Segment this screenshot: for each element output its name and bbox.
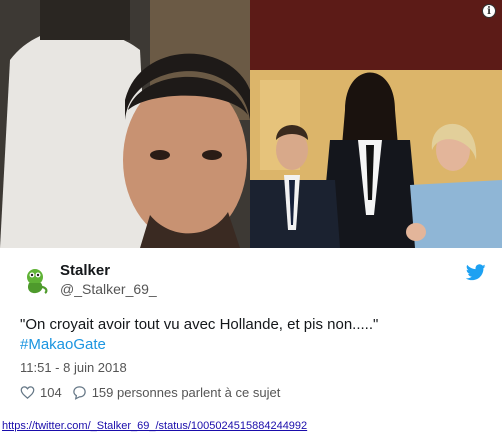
tweet-hashtag-link[interactable]: #MakaoGate (20, 336, 106, 353)
tweet-handle[interactable]: @_Stalker_69_ (60, 281, 157, 297)
macron-photo: i (250, 0, 502, 248)
selfie-photo-art (0, 0, 250, 248)
tweet-actions: 104 159 personnes parlent à ce sujet (20, 385, 280, 400)
tweet-photo-collage: i (0, 0, 502, 248)
like-count[interactable]: 104 (40, 385, 62, 400)
macron-photo-art (250, 0, 502, 248)
heart-icon[interactable] (20, 385, 35, 400)
source-link[interactable]: https://twitter.com/_Stalker_69_/status/… (2, 420, 307, 432)
tweet-text: "On croyait avoir tout vu avec Hollande,… (20, 316, 379, 333)
speech-bubble-icon[interactable] (72, 385, 87, 400)
replies-label[interactable]: 159 personnes parlent à ce sujet (92, 385, 281, 400)
twitter-bird-icon[interactable] (466, 264, 486, 281)
info-icon[interactable]: i (482, 4, 496, 18)
selfie-photo (0, 0, 250, 248)
avatar-gecko-icon[interactable] (20, 265, 50, 295)
tweet-display-name[interactable]: Stalker (60, 262, 110, 279)
tweet-timestamp[interactable]: 11:51 - 8 juin 2018 (20, 360, 127, 375)
